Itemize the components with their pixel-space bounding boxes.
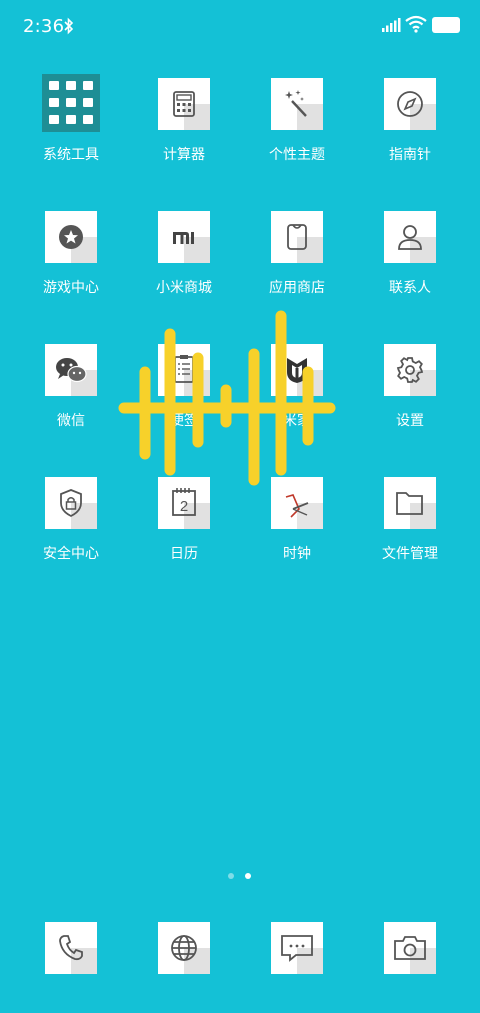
app-compass[interactable]: 指南针	[360, 78, 460, 188]
app-label: 指南针	[389, 147, 431, 163]
app-label: 微信	[57, 413, 85, 429]
app-label: 安全中心	[43, 546, 99, 562]
app-game-center[interactable]: 游戏中心	[21, 211, 121, 321]
dock-phone[interactable]	[45, 922, 97, 974]
camera-icon	[384, 922, 436, 974]
status-time: 2:36	[23, 16, 65, 37]
calendar-icon: 2	[158, 477, 210, 529]
app-wechat[interactable]: 微信	[21, 344, 121, 454]
app-label: 联系人	[389, 280, 431, 296]
signal-icon	[382, 18, 401, 32]
star-badge-icon	[45, 211, 97, 263]
app-file-manager[interactable]: 文件管理	[360, 477, 460, 587]
chat-bubble-icon	[271, 922, 323, 974]
app-label: 便签	[170, 413, 198, 429]
app-label: 米家	[283, 413, 311, 429]
wechat-icon	[45, 344, 97, 396]
mi-logo-icon	[158, 211, 210, 263]
app-label: 日历	[170, 546, 198, 562]
magic-wand-icon	[271, 78, 323, 130]
app-label: 小米商城	[156, 280, 212, 296]
app-label: 应用商店	[269, 280, 325, 296]
app-security[interactable]: 安全中心	[21, 477, 121, 587]
wifi-icon	[405, 15, 427, 33]
app-themes[interactable]: 个性主题	[247, 78, 347, 188]
app-calendar[interactable]: 2 日历	[134, 477, 234, 587]
page-dot-2-active[interactable]	[245, 873, 251, 879]
folder-icon	[384, 477, 436, 529]
calendar-day: 2	[180, 498, 188, 515]
bluetooth-icon	[64, 17, 74, 35]
app-mi-home[interactable]: 米家	[247, 344, 347, 454]
app-system-tools[interactable]: 系统工具	[21, 74, 121, 188]
gear-icon	[384, 344, 436, 396]
app-mi-store[interactable]: 小米商城	[134, 211, 234, 321]
system-tools-folder-icon	[42, 74, 100, 132]
app-app-store[interactable]: 应用商店	[247, 211, 347, 321]
app-label: 文件管理	[382, 546, 438, 562]
app-label: 个性主题	[269, 147, 325, 163]
app-clock[interactable]: 时钟	[247, 477, 347, 587]
person-icon	[384, 211, 436, 263]
status-bar: 2:36	[0, 0, 480, 52]
app-label: 时钟	[283, 546, 311, 562]
calculator-icon	[158, 78, 210, 130]
notepad-icon	[158, 344, 210, 396]
shopping-bag-icon	[271, 211, 323, 263]
battery-icon	[432, 17, 460, 33]
mi-home-icon	[271, 344, 323, 396]
dock-browser[interactable]	[158, 922, 210, 974]
page-indicator[interactable]	[0, 873, 480, 881]
app-label: 设置	[396, 413, 424, 429]
app-calculator[interactable]: 计算器	[134, 78, 234, 188]
compass-icon	[384, 78, 436, 130]
page-dot-1[interactable]	[228, 873, 234, 879]
shield-lock-icon	[45, 477, 97, 529]
clock-icon	[271, 477, 323, 529]
dock-camera[interactable]	[384, 922, 436, 974]
dock-messages[interactable]	[271, 922, 323, 974]
app-contacts[interactable]: 联系人	[360, 211, 460, 321]
globe-icon	[158, 922, 210, 974]
app-label: 游戏中心	[43, 280, 99, 296]
app-label: 系统工具	[43, 147, 99, 163]
app-notes[interactable]: 便签	[134, 344, 234, 454]
app-label: 计算器	[163, 147, 205, 163]
app-settings[interactable]: 设置	[360, 344, 460, 454]
phone-icon	[45, 922, 97, 974]
